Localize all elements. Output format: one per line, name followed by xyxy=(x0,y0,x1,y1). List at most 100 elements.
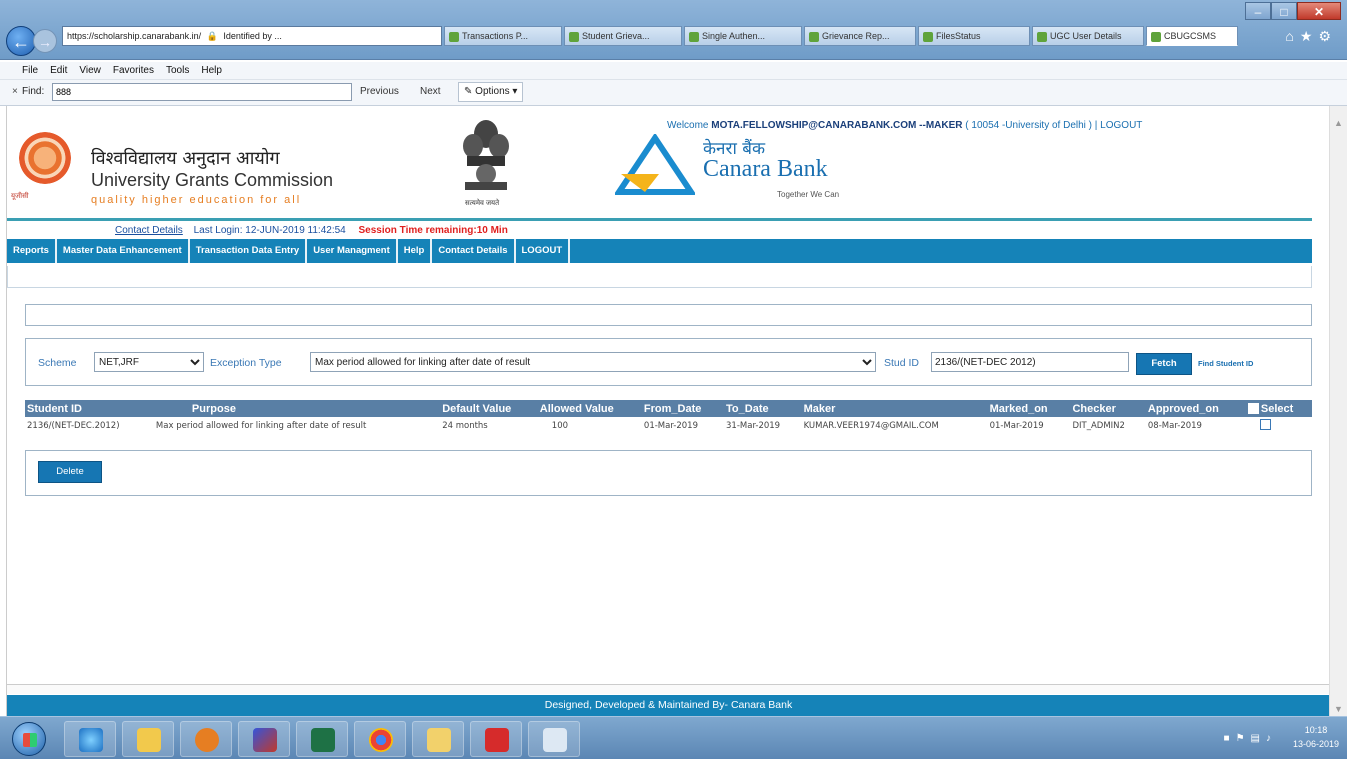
taskbar-clock[interactable]: 10:18 13-06-2019 xyxy=(1293,723,1339,751)
taskbar-chrome[interactable] xyxy=(354,721,406,757)
windows-logo-icon xyxy=(23,733,37,747)
menu-edit[interactable]: Edit xyxy=(50,62,67,79)
page-icon xyxy=(809,31,819,42)
flag-icon[interactable]: ⚑ xyxy=(1236,733,1251,744)
taskbar-media[interactable] xyxy=(180,721,232,757)
tab-transactions[interactable]: Transactions P... xyxy=(444,26,562,46)
browser-toolbar-icons: ⌂★⚙ xyxy=(1285,28,1337,45)
row-select-checkbox[interactable] xyxy=(1259,419,1271,430)
close-find-icon[interactable]: × xyxy=(12,86,18,97)
table-header-row: Student ID Purpose Default Value Allowed… xyxy=(25,400,1312,417)
menu-favorites[interactable]: Favorites xyxy=(113,62,154,79)
menu-tools[interactable]: Tools xyxy=(166,62,189,79)
filter-panel: Scheme NET,JRF Exception Type Max period… xyxy=(25,338,1312,386)
stud-id-input[interactable] xyxy=(931,352,1129,372)
maximize-button[interactable]: □ xyxy=(1271,2,1297,20)
minimize-button[interactable]: – xyxy=(1245,2,1271,20)
page-icon xyxy=(689,31,699,42)
ugc-title: University Grants Commission xyxy=(91,170,334,190)
star-icon[interactable]: ★ xyxy=(1300,28,1319,44)
system-tray: ■⚑▤♪ xyxy=(1224,733,1277,744)
paint-icon xyxy=(253,728,277,752)
ugc-hindi-title: विश्वविद्यालय अनुदान आयोग xyxy=(91,148,280,169)
pdf-icon xyxy=(485,728,509,752)
ugc-logo-caption: यूजीसी xyxy=(11,193,29,200)
tab-filesstatus[interactable]: FilesStatus xyxy=(918,26,1030,46)
col-to-date: To_Date xyxy=(724,400,802,417)
windows-taskbar: ■⚑▤♪ 10:18 13-06-2019 xyxy=(0,716,1347,759)
message-box xyxy=(25,304,1312,326)
vertical-scrollbar[interactable]: ▲ ▼ xyxy=(1329,106,1347,716)
header-logout-link[interactable]: LOGOUT xyxy=(1100,120,1142,131)
find-next-button[interactable]: Next xyxy=(420,86,441,97)
cell-marked-on: 01-Mar-2019 xyxy=(989,421,1044,431)
taskbar-paint[interactable] xyxy=(238,721,290,757)
header-divider xyxy=(7,218,1312,221)
find-student-id-link[interactable]: Find Student ID xyxy=(1198,359,1253,368)
exception-type-select[interactable]: Max period allowed for linking after dat… xyxy=(310,352,876,372)
find-previous-button[interactable]: Previous xyxy=(360,86,399,97)
cell-student-id: 2136/(NET-DEC.2012) xyxy=(27,421,120,431)
menu-help[interactable]: Help xyxy=(201,62,222,79)
taskbar-notepad[interactable] xyxy=(528,721,580,757)
nav-user-managment[interactable]: User Managment xyxy=(307,239,398,263)
gear-icon[interactable]: ⚙ xyxy=(1318,28,1337,44)
cell-allowed-value: 100 xyxy=(551,421,569,431)
page-viewport: यूजीसी विश्वविद्यालय अनुदान आयोग Univers… xyxy=(6,106,1330,716)
col-default-value: Default Value xyxy=(440,400,538,417)
select-all-checkbox[interactable] xyxy=(1247,403,1259,415)
scheme-select[interactable]: NET,JRF xyxy=(94,352,204,372)
table-row: 2136/(NET-DEC.2012) Max period allowed f… xyxy=(25,417,1312,435)
find-options-button[interactable]: ✎ Options ▾ xyxy=(458,82,524,102)
tab-ugc-user-details[interactable]: UGC User Details xyxy=(1032,26,1144,46)
taskbar-explorer[interactable] xyxy=(122,721,174,757)
tab-grievance-rep[interactable]: Grievance Rep... xyxy=(804,26,916,46)
nav-logout[interactable]: LOGOUT xyxy=(516,239,571,263)
col-marked-on: Marked_on xyxy=(987,400,1071,417)
nav-master-data-enhancement[interactable]: Master Data Enhancement xyxy=(57,239,190,263)
nav-contact-details[interactable]: Contact Details xyxy=(432,239,516,263)
network-icon[interactable]: ▤ xyxy=(1251,733,1266,744)
col-select: Select xyxy=(1245,400,1312,417)
nav-reports[interactable]: Reports xyxy=(7,239,57,263)
volume-icon[interactable]: ♪ xyxy=(1266,733,1277,744)
tray-app-icon[interactable]: ■ xyxy=(1224,733,1236,744)
cell-checker: DIT_ADMIN2 xyxy=(1072,421,1125,431)
back-arrow-icon[interactable]: ← xyxy=(6,26,36,56)
scheme-label: Scheme xyxy=(38,357,77,369)
address-bar[interactable]: https://scholarship.canarabank.in/ 🔒 Ide… xyxy=(62,26,442,46)
menu-view[interactable]: View xyxy=(79,62,101,79)
fetch-button[interactable]: Fetch xyxy=(1136,353,1192,375)
taskbar-pdf[interactable] xyxy=(470,721,522,757)
contact-details-link[interactable]: Contact Details xyxy=(115,225,183,236)
scroll-up-icon[interactable]: ▲ xyxy=(1334,118,1343,128)
cell-to-date: 31-Mar-2019 xyxy=(726,421,781,431)
pencil-icon: ✎ xyxy=(464,86,473,97)
scroll-down-icon[interactable]: ▼ xyxy=(1334,704,1343,714)
tab-student-grievance[interactable]: Student Grieva... xyxy=(564,26,682,46)
nav-help[interactable]: Help xyxy=(398,239,433,263)
nav-transaction-data-entry[interactable]: Transaction Data Entry xyxy=(190,239,308,263)
menu-file[interactable]: File xyxy=(22,62,38,79)
find-input[interactable] xyxy=(52,83,352,101)
main-nav-menu: Reports Master Data Enhancement Transact… xyxy=(7,239,1312,263)
welcome-org: ( 10054 -University of Delhi ) xyxy=(965,120,1092,131)
tab-cbugcsms[interactable]: CBUGCSMS xyxy=(1146,26,1238,46)
notepad-icon xyxy=(543,728,567,752)
home-icon[interactable]: ⌂ xyxy=(1285,28,1299,44)
close-window-button[interactable]: ✕ xyxy=(1297,2,1341,20)
taskbar-ie[interactable] xyxy=(64,721,116,757)
forward-arrow-icon[interactable]: → xyxy=(33,29,57,53)
delete-button[interactable]: Delete xyxy=(38,461,102,483)
taskbar-files[interactable] xyxy=(412,721,464,757)
folder-icon xyxy=(137,728,161,752)
lock-icon: 🔒 xyxy=(206,31,218,41)
browser-tabs: Transactions P... Student Grieva... Sing… xyxy=(444,26,1240,46)
col-checker: Checker xyxy=(1070,400,1146,417)
submenu-strip xyxy=(7,266,1312,288)
start-button[interactable] xyxy=(12,722,46,756)
tab-single-authen[interactable]: Single Authen... xyxy=(684,26,802,46)
taskbar-excel[interactable] xyxy=(296,721,348,757)
horizontal-scrollbar[interactable] xyxy=(7,684,1330,694)
window-controls: – □ ✕ xyxy=(1245,2,1341,20)
